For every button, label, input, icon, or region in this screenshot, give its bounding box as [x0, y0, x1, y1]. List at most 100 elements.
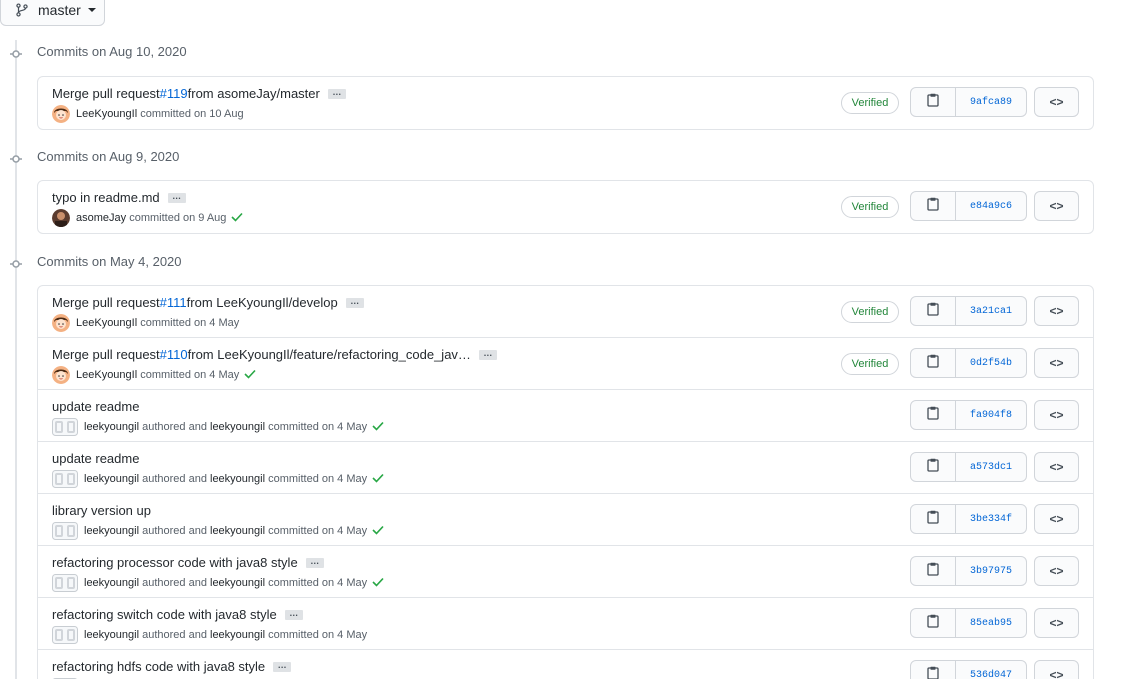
commit-message-link[interactable]: library version up	[52, 503, 151, 518]
commit-sha-link[interactable]: 9afca89	[956, 88, 1026, 116]
copy-sha-button[interactable]	[911, 505, 956, 533]
commit-sha-link[interactable]: e84a9c6	[956, 192, 1026, 220]
commit-message-link[interactable]: refactoring switch code with java8 style	[52, 607, 277, 622]
authored-and-label: authored and	[139, 473, 210, 485]
clipboard-icon	[927, 406, 939, 425]
committer-link[interactable]: leekyoungil	[210, 421, 265, 433]
author-link[interactable]: asomeJay	[76, 212, 126, 224]
commit-row: typo in readme.md … asomeJay committed on …	[38, 181, 1093, 233]
expand-message-button[interactable]: …	[305, 556, 324, 568]
commit-message-link[interactable]: Merge pull request	[52, 86, 160, 101]
commit-sha-link[interactable]: a573dc1	[956, 453, 1026, 481]
committer-link[interactable]: leekyoungil	[210, 525, 265, 537]
author-link[interactable]: leekyoungil	[84, 525, 139, 537]
author-link[interactable]: leekyoungil	[84, 473, 139, 485]
commit-meta: asomeJay committed on 9 Aug	[52, 209, 244, 227]
copy-sha-button[interactable]	[911, 192, 956, 220]
commit-sha-link[interactable]: 85eab95	[956, 609, 1026, 637]
copy-sha-button[interactable]	[911, 661, 956, 679]
clipboard-icon	[927, 458, 939, 477]
commit-message-link[interactable]: typo in readme.md	[52, 190, 160, 205]
author-link[interactable]: LeeKyoungIl	[76, 317, 137, 329]
commit-date: committed on 4 May	[265, 525, 368, 537]
commit-sha-link[interactable]: 3b97975	[956, 557, 1026, 585]
pull-request-link[interactable]: #111	[160, 295, 187, 310]
author-link[interactable]: leekyoungil	[84, 577, 139, 589]
browse-repo-button[interactable]: <>	[1034, 452, 1079, 482]
verified-badge[interactable]: Verified	[841, 301, 899, 323]
commit-message-link[interactable]: Merge pull request	[52, 295, 160, 310]
expand-message-button[interactable]: …	[167, 191, 186, 203]
clipboard-icon	[927, 354, 939, 373]
copy-sha-button[interactable]	[911, 557, 956, 585]
commit-sha-link[interactable]: 536d047	[956, 661, 1026, 679]
check-icon[interactable]	[372, 420, 384, 434]
user-avatar	[52, 105, 70, 123]
browse-repo-button[interactable]: <>	[1034, 348, 1079, 378]
pull-request-link[interactable]: #119	[160, 86, 188, 101]
expand-message-button[interactable]: …	[273, 660, 292, 672]
author-link[interactable]: leekyoungil	[84, 629, 139, 641]
browse-repo-button[interactable]: <>	[1034, 191, 1079, 221]
pull-request-link[interactable]: #110	[160, 347, 188, 362]
copy-sha-button[interactable]	[911, 401, 956, 429]
verified-badge[interactable]: Verified	[841, 353, 899, 375]
check-icon[interactable]	[372, 524, 384, 538]
expand-message-button[interactable]: …	[327, 87, 346, 99]
commit-message-link[interactable]: from asomeJay/master	[188, 86, 320, 101]
expand-message-button[interactable]: …	[284, 608, 303, 620]
browse-repo-button[interactable]: <>	[1034, 660, 1079, 679]
browse-repo-button[interactable]: <>	[1034, 400, 1079, 430]
commit-sha-link[interactable]: 0d2f54b	[956, 349, 1026, 377]
copy-sha-button[interactable]	[911, 609, 956, 637]
expand-message-button[interactable]: …	[478, 348, 497, 360]
verified-badge[interactable]: Verified	[841, 196, 899, 218]
verified-badge[interactable]: Verified	[841, 92, 899, 114]
commit-title: typo in readme.md …	[52, 190, 186, 205]
commit-meta: LeeKyoungIl committed on 10 Aug	[52, 105, 244, 123]
commit-title: Merge pull request #110 from LeeKyoungIl…	[52, 347, 497, 362]
check-icon[interactable]	[244, 368, 256, 382]
sha-button-group: 3be334f	[910, 504, 1027, 534]
browse-repo-button[interactable]: <>	[1034, 504, 1079, 534]
commit-list: Merge pull request #111 from LeeKyoungIl…	[37, 285, 1094, 679]
user-avatar	[52, 366, 70, 384]
clipboard-icon	[927, 302, 939, 321]
committer-link[interactable]: leekyoungil	[210, 473, 265, 485]
commit-message-link[interactable]: update readme	[52, 399, 139, 414]
check-icon[interactable]	[372, 576, 384, 590]
commit-sha-link[interactable]: 3be334f	[956, 505, 1026, 533]
user-avatar	[52, 314, 70, 332]
commit-message-link[interactable]: Merge pull request	[52, 347, 160, 362]
commit-message-link[interactable]: from LeeKyoungIl/feature/refactoring_cod…	[188, 347, 471, 362]
author-link[interactable]: LeeKyoungIl	[76, 369, 137, 381]
commit-message-link[interactable]: refactoring processor code with java8 st…	[52, 555, 298, 570]
sha-button-group: a573dc1	[910, 452, 1027, 482]
browse-repo-button[interactable]: <>	[1034, 87, 1079, 117]
branch-select-button[interactable]: master	[0, 0, 105, 26]
author-link[interactable]: leekyoungil	[84, 421, 139, 433]
commit-date: committed on 10 Aug	[137, 108, 244, 120]
commit-date: committed on 4 May	[137, 317, 240, 329]
commit-list: typo in readme.md … asomeJay committed on …	[37, 180, 1094, 234]
commit-message-link[interactable]: update readme	[52, 451, 139, 466]
commit-group-date: Commits on Aug 10, 2020	[37, 44, 187, 59]
browse-repo-button[interactable]: <>	[1034, 608, 1079, 638]
committer-link[interactable]: leekyoungil	[210, 577, 265, 589]
commit-sha-link[interactable]: fa904f8	[956, 401, 1026, 429]
commit-group-date: Commits on May 4, 2020	[37, 254, 182, 269]
commit-message-link[interactable]: from LeeKyoungIl/develop	[187, 295, 338, 310]
copy-sha-button[interactable]	[911, 349, 956, 377]
committer-link[interactable]: leekyoungil	[210, 629, 265, 641]
browse-repo-button[interactable]: <>	[1034, 556, 1079, 586]
expand-message-button[interactable]: …	[345, 296, 364, 308]
commit-sha-link[interactable]: 3a21ca1	[956, 297, 1026, 325]
check-icon[interactable]	[372, 472, 384, 486]
copy-sha-button[interactable]	[911, 297, 956, 325]
copy-sha-button[interactable]	[911, 453, 956, 481]
browse-repo-button[interactable]: <>	[1034, 296, 1079, 326]
author-link[interactable]: LeeKyoungIl	[76, 108, 137, 120]
check-icon[interactable]	[231, 211, 244, 225]
copy-sha-button[interactable]	[911, 88, 956, 116]
commit-message-link[interactable]: refactoring hdfs code with java8 style	[52, 659, 265, 674]
